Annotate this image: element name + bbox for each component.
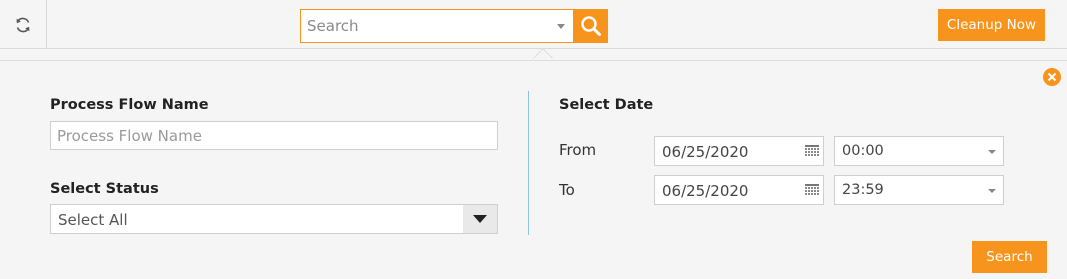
status-select[interactable]: Select All: [50, 204, 498, 234]
column-divider: [528, 91, 529, 235]
chevron-down-icon: [988, 150, 996, 154]
to-time-value: 23:59: [842, 182, 884, 198]
calendar-icon[interactable]: [805, 184, 819, 196]
to-label: To: [559, 181, 575, 199]
refresh-icon: [16, 17, 30, 32]
filter-panel: [0, 60, 1067, 279]
to-date-input[interactable]: 06/25/2020: [654, 175, 824, 205]
from-label: From: [559, 141, 597, 159]
close-panel-button[interactable]: [1043, 68, 1061, 86]
from-date-value: 06/25/2020: [662, 143, 749, 161]
magnifier-icon: [580, 16, 601, 36]
to-date-value: 06/25/2020: [662, 182, 749, 200]
search-submit-button[interactable]: Search: [972, 241, 1047, 273]
status-selected-value: Select All: [58, 211, 128, 229]
process-flow-name-input[interactable]: [50, 121, 498, 150]
from-date-input[interactable]: 06/25/2020: [654, 136, 824, 166]
cleanup-now-button[interactable]: Cleanup Now: [938, 9, 1045, 41]
select-status-label: Select Status: [50, 181, 159, 197]
refresh-button[interactable]: [0, 0, 47, 49]
toolbar: Cleanup Now: [0, 0, 1067, 49]
close-icon: [1047, 72, 1057, 82]
calendar-icon[interactable]: [805, 145, 819, 157]
from-time-value: 00:00: [842, 143, 884, 159]
search-combobox[interactable]: [300, 9, 574, 43]
status-dropdown-toggle[interactable]: [463, 205, 497, 233]
select-date-label: Select Date: [559, 97, 654, 113]
to-time-select[interactable]: 23:59: [834, 175, 1004, 205]
chevron-down-icon[interactable]: [557, 24, 565, 29]
caret-down-icon: [473, 215, 487, 223]
from-time-select[interactable]: 00:00: [834, 136, 1004, 166]
chevron-down-icon: [988, 189, 996, 193]
process-flow-name-label: Process Flow Name: [50, 97, 209, 113]
search-input[interactable]: [301, 10, 573, 42]
search-button[interactable]: [573, 9, 608, 43]
